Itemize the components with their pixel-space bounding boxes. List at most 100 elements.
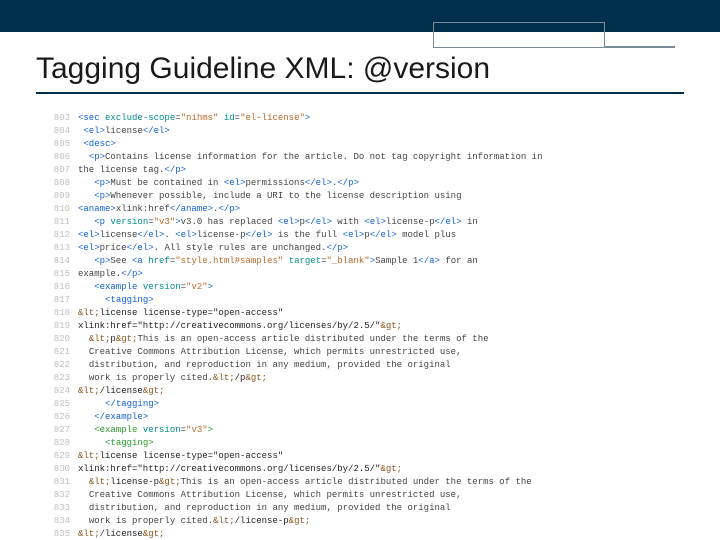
code-line: 809 <p>Whenever possible, include a URI … — [40, 190, 690, 203]
code-line: 810<aname>xlink:href</aname>.</p> — [40, 203, 690, 216]
code-text: the license tag.</p> — [78, 164, 186, 177]
code-line: 813<el>price</el>. All style rules are u… — [40, 242, 690, 255]
line-number: 815 — [40, 268, 78, 281]
line-number: 816 — [40, 281, 78, 294]
code-text: </example> — [78, 411, 148, 424]
code-line: 811 <p version="v3">v3.0 has replaced <e… — [40, 216, 690, 229]
line-number: 808 — [40, 177, 78, 190]
code-line: 820 &lt;p&gt;This is an open-access arti… — [40, 333, 690, 346]
line-number: 823 — [40, 372, 78, 385]
code-text: <el>license</el> — [78, 125, 170, 138]
code-line: 830xlink:href="http://creativecommons.or… — [40, 463, 690, 476]
code-line: 818&lt;license license-type="open-access… — [40, 307, 690, 320]
line-number: 831 — [40, 476, 78, 489]
line-number: 806 — [40, 151, 78, 164]
line-number: 825 — [40, 398, 78, 411]
code-text: &lt;license-p&gt;This is an open-access … — [78, 476, 532, 489]
code-line: 828 <tagging> — [40, 437, 690, 450]
code-line: 803<sec exclude-scope="nihms" id="el-lic… — [40, 112, 690, 125]
code-text: <p>Contains license information for the … — [78, 151, 543, 164]
code-line: 835&lt;/license&gt; — [40, 528, 690, 540]
code-text: distribution, and reproduction in any me… — [78, 502, 451, 515]
code-line: 804 <el>license</el> — [40, 125, 690, 138]
code-line: 827 <example version="v3"> — [40, 424, 690, 437]
line-number: 809 — [40, 190, 78, 203]
code-line: 822 distribution, and reproduction in an… — [40, 359, 690, 372]
code-line: 825 </tagging> — [40, 398, 690, 411]
line-number: 812 — [40, 229, 78, 242]
line-number: 813 — [40, 242, 78, 255]
code-line: 805 <desc> — [40, 138, 690, 151]
code-text: work is properly cited.&lt;/p&gt; — [78, 372, 267, 385]
code-line: 826 </example> — [40, 411, 690, 424]
code-text: Creative Commons Attribution License, wh… — [78, 346, 461, 359]
line-number: 826 — [40, 411, 78, 424]
code-line: 814 <p>See <a href="style.html#samples" … — [40, 255, 690, 268]
code-line: 821 Creative Commons Attribution License… — [40, 346, 690, 359]
code-text: &lt;license license-type="open-access" — [78, 450, 283, 463]
code-text: <p>See <a href="style.html#samples" targ… — [78, 255, 478, 268]
line-number: 810 — [40, 203, 78, 216]
code-line: 806 <p>Contains license information for … — [40, 151, 690, 164]
code-text: &lt;license license-type="open-access" — [78, 307, 283, 320]
slide-title: Tagging Guideline XML: @version — [36, 52, 684, 94]
code-text: <tagging> — [78, 294, 154, 307]
code-line: 829&lt;license license-type="open-access… — [40, 450, 690, 463]
slide: Tagging Guideline XML: @version 803<sec … — [0, 0, 720, 540]
line-number: 807 — [40, 164, 78, 177]
code-line: 816 <example version="v2"> — [40, 281, 690, 294]
accent-underline — [605, 46, 675, 48]
code-text: <example version="v3"> — [78, 424, 213, 437]
code-text: <example version="v2"> — [78, 281, 213, 294]
line-number: 830 — [40, 463, 78, 476]
code-text: Creative Commons Attribution License, wh… — [78, 489, 461, 502]
line-number: 811 — [40, 216, 78, 229]
line-number: 814 — [40, 255, 78, 268]
line-number: 829 — [40, 450, 78, 463]
code-line: 817 <tagging> — [40, 294, 690, 307]
accent-rectangle — [433, 22, 605, 48]
code-text: work is properly cited.&lt;/license-p&gt… — [78, 515, 310, 528]
line-number: 805 — [40, 138, 78, 151]
code-line: 833 distribution, and reproduction in an… — [40, 502, 690, 515]
code-line: 834 work is properly cited.&lt;/license-… — [40, 515, 690, 528]
slide-top-bar — [0, 0, 720, 32]
code-line: 812<el>license</el>. <el>license-p</el> … — [40, 229, 690, 242]
code-text: <sec exclude-scope="nihms" id="el-licens… — [78, 112, 310, 125]
line-number: 803 — [40, 112, 78, 125]
code-text: distribution, and reproduction in any me… — [78, 359, 451, 372]
line-number: 819 — [40, 320, 78, 333]
code-line: 808 <p>Must be contained in <el>permissi… — [40, 177, 690, 190]
code-text: &lt;/license&gt; — [78, 528, 164, 540]
line-number: 824 — [40, 385, 78, 398]
line-number: 828 — [40, 437, 78, 450]
line-number: 835 — [40, 528, 78, 540]
line-number: 834 — [40, 515, 78, 528]
line-number: 833 — [40, 502, 78, 515]
line-number: 804 — [40, 125, 78, 138]
code-line: 815example.</p> — [40, 268, 690, 281]
code-line: 823 work is properly cited.&lt;/p&gt; — [40, 372, 690, 385]
line-number: 818 — [40, 307, 78, 320]
code-text: <tagging> — [78, 437, 154, 450]
code-text: xlink:href="http://creativecommons.org/l… — [78, 463, 402, 476]
line-number: 817 — [40, 294, 78, 307]
code-text: &lt;/license&gt; — [78, 385, 164, 398]
code-text: &lt;p&gt;This is an open-access article … — [78, 333, 489, 346]
code-listing: 803<sec exclude-scope="nihms" id="el-lic… — [40, 112, 690, 540]
code-line: 824&lt;/license&gt; — [40, 385, 690, 398]
code-text: example.</p> — [78, 268, 143, 281]
code-text: <el>price</el>. All style rules are unch… — [78, 242, 348, 255]
line-number: 820 — [40, 333, 78, 346]
code-text: xlink:href="http://creativecommons.org/l… — [78, 320, 402, 333]
line-number: 821 — [40, 346, 78, 359]
line-number: 822 — [40, 359, 78, 372]
code-line: 807the license tag.</p> — [40, 164, 690, 177]
code-text: </tagging> — [78, 398, 159, 411]
line-number: 827 — [40, 424, 78, 437]
code-text: <p>Must be contained in <el>permissions<… — [78, 177, 359, 190]
code-line: 831 &lt;license-p&gt;This is an open-acc… — [40, 476, 690, 489]
code-text: <p>Whenever possible, include a URI to t… — [78, 190, 461, 203]
code-line: 832 Creative Commons Attribution License… — [40, 489, 690, 502]
code-text: <aname>xlink:href</aname>.</p> — [78, 203, 240, 216]
